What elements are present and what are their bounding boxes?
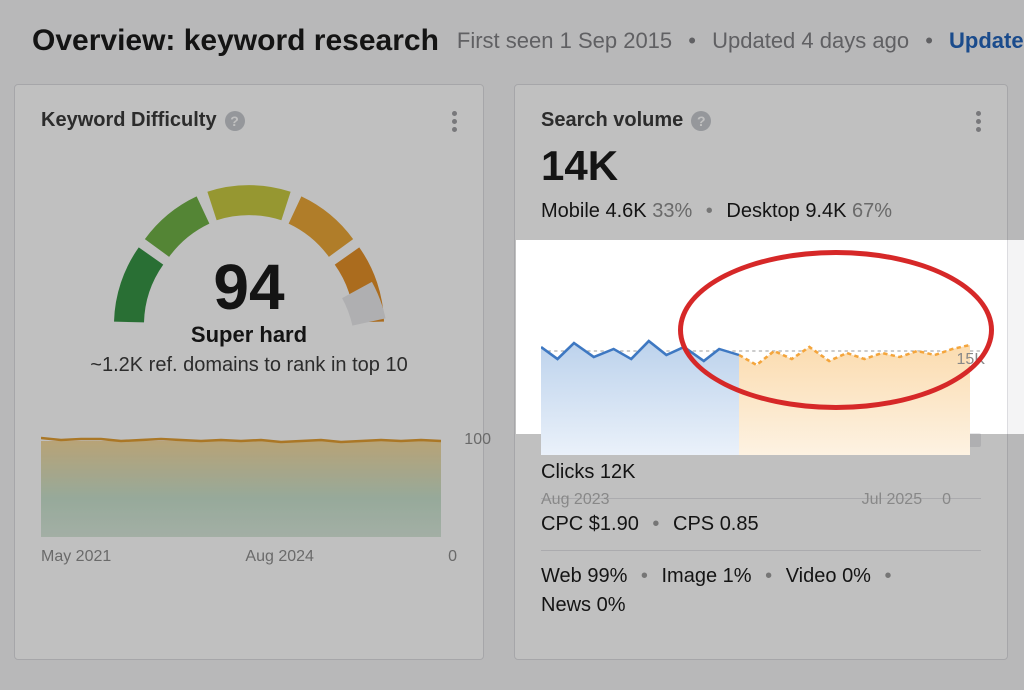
sv-mobile-pct: 33%: [652, 200, 692, 222]
kd-card-title: Keyword Difficulty: [41, 109, 217, 132]
sv-trend-chart: 15K Aug 2023 Jul 2025 0: [515, 325, 1007, 509]
first-seen-value: 1 Sep 2015: [560, 28, 673, 53]
help-icon[interactable]: ?: [225, 111, 245, 131]
sv-chart-xend: Jul 2025: [862, 491, 923, 509]
updated-value: 4 days ago: [801, 28, 909, 53]
video-label: Video: [786, 565, 837, 587]
page-meta: First seen 1 Sep 2015 • Updated 4 days a…: [457, 28, 1024, 54]
sv-card-title: Search volume: [541, 109, 683, 132]
cpc-label: CPC: [541, 513, 583, 535]
cps-value: 0.85: [720, 513, 759, 535]
sv-chart-ymin: 0: [942, 491, 951, 509]
kd-chart-ymin: 0: [448, 548, 457, 566]
kd-gauge: 94 Super hard ~1.2K ref. domains to rank…: [41, 172, 457, 377]
update-button[interactable]: Update: [949, 28, 1024, 53]
web-pct: 99%: [587, 565, 627, 587]
sv-desktop-value: 9.4K: [805, 200, 846, 222]
sv-total: 14K: [541, 142, 981, 190]
kd-chart-xstart: May 2021: [41, 548, 111, 566]
news-pct: 0%: [597, 594, 626, 616]
first-seen-label: First seen: [457, 28, 554, 53]
sv-mobile-value: 4.6K: [605, 200, 646, 222]
sv-desktop-pct: 67%: [852, 200, 892, 222]
image-label: Image: [662, 565, 718, 587]
search-volume-card: Search volume ? 14K Mobile 4.6K 33% • De…: [514, 84, 1008, 660]
kd-trend-chart: 100 May 2021 Aug 2024 0: [41, 427, 457, 566]
kd-chart-ymax: 100: [464, 431, 491, 449]
image-pct: 1%: [723, 565, 752, 587]
sv-mobile-label: Mobile: [541, 200, 600, 222]
cpc-value: $1.90: [589, 513, 639, 535]
sv-breakdown: Mobile 4.6K 33% • Desktop 9.4K 67%: [541, 200, 981, 223]
sv-chart-xstart: Aug 2023: [541, 491, 610, 509]
video-pct: 0%: [842, 565, 871, 587]
sv-desktop-label: Desktop: [726, 200, 799, 222]
keyword-difficulty-card: Keyword Difficulty ? 94 Super hard ~1.2K: [14, 84, 484, 660]
updated-label: Updated: [712, 28, 795, 53]
web-label: Web: [541, 565, 582, 587]
cps-label: CPS: [673, 513, 714, 535]
sv-chart-ymax: 15K: [957, 351, 985, 369]
kd-chart-xend: Aug 2024: [245, 548, 314, 566]
help-icon[interactable]: ?: [691, 111, 711, 131]
kd-kebab-menu[interactable]: [448, 107, 461, 136]
topbar: Overview: keyword research First seen 1 …: [0, 0, 1024, 76]
news-label: News: [541, 594, 591, 616]
page-title: Overview: keyword research: [32, 24, 439, 58]
kd-subtext: ~1.2K ref. domains to rank in top 10: [41, 354, 457, 377]
sv-kebab-menu[interactable]: [972, 107, 985, 136]
